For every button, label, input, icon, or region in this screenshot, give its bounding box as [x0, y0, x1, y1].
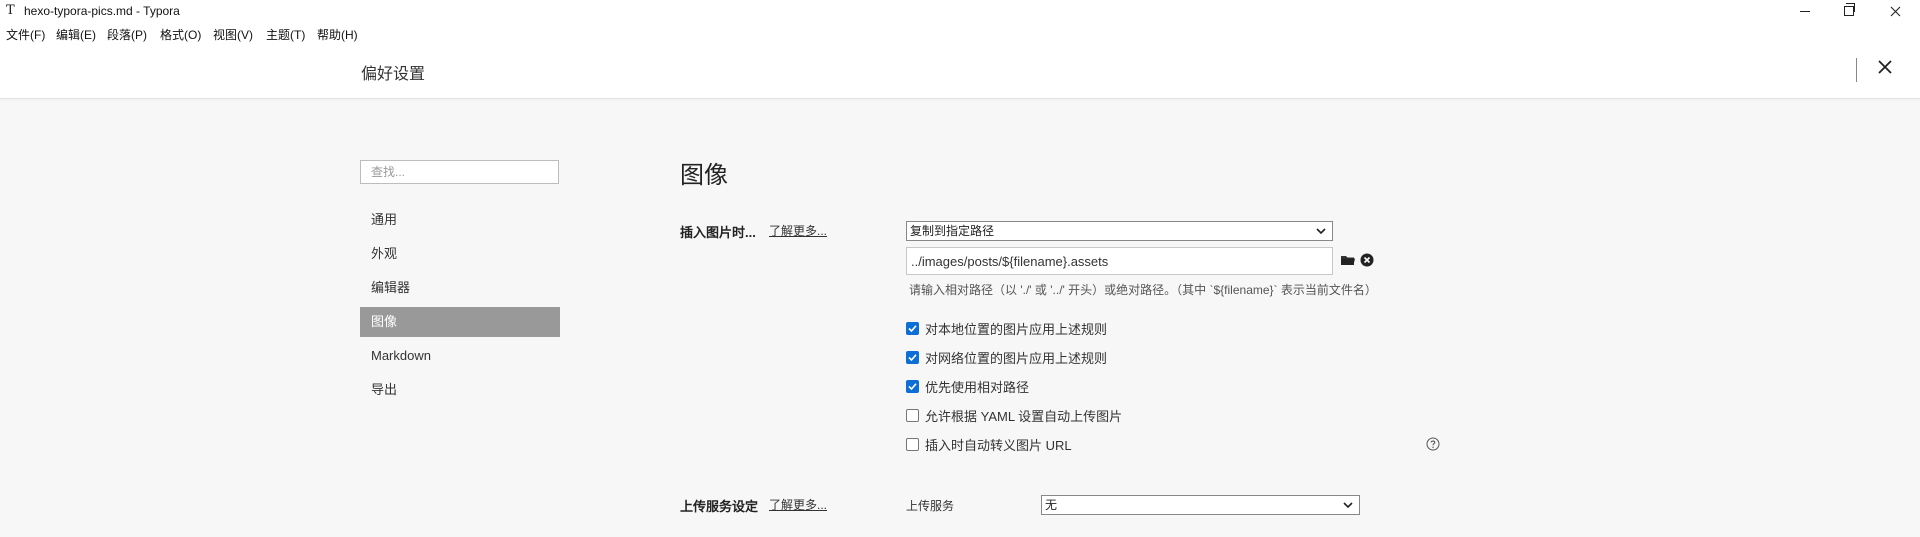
menu-help[interactable]: 帮助(H) [317, 26, 358, 43]
maximize-button[interactable] [1826, 0, 1872, 22]
help-icon[interactable] [1426, 437, 1440, 451]
menu-view[interactable]: 视图(V) [213, 26, 253, 43]
checkbox[interactable] [906, 408, 919, 422]
checkbox-apply-local[interactable]: 对本地位置的图片应用上述规则 [906, 319, 1107, 337]
path-hint-text: 请输入相对路径（以 './' 或 '../' 开头）或绝对路径。（其中 `${f… [909, 283, 1377, 297]
checkbox-yaml-upload[interactable]: 允许根据 YAML 设置自动上传图片 [906, 406, 1122, 424]
menu-paragraph[interactable]: 段落(P) [107, 26, 147, 43]
checkbox-label: 允许根据 YAML 设置自动上传图片 [925, 408, 1123, 424]
window-title: hexo-typora-pics.md - Typora [24, 4, 180, 18]
typora-app-icon: T [6, 3, 15, 18]
menu-theme[interactable]: 主题(T) [266, 26, 305, 43]
folder-icon[interactable] [1340, 252, 1356, 268]
checkbox[interactable] [906, 437, 919, 451]
upload-learn-more-link[interactable]: 了解更多... [769, 496, 827, 513]
header-divider [1856, 58, 1857, 82]
insert-learn-more-link[interactable]: 了解更多... [769, 222, 827, 239]
checkbox-apply-network[interactable]: 对网络位置的图片应用上述规则 [906, 348, 1107, 366]
chevron-down-icon [1316, 228, 1326, 235]
title-bar: T hexo-typora-pics.md - Typora [0, 0, 1920, 22]
upload-service-settings-label: 上传服务设定 [680, 499, 759, 514]
checkbox[interactable] [906, 350, 919, 364]
checkbox-label: 对网络位置的图片应用上述规则 [925, 350, 1108, 366]
preferences-search-input[interactable] [360, 160, 559, 184]
menu-edit[interactable]: 编辑(E) [56, 26, 96, 43]
sidebar-item-general[interactable]: 通用 [360, 205, 560, 235]
upload-service-select[interactable]: 无 [1041, 495, 1360, 515]
clear-icon[interactable] [1359, 252, 1375, 268]
sidebar-item-appearance[interactable]: 外观 [360, 239, 560, 269]
close-preferences-button[interactable] [1873, 55, 1897, 79]
insert-action-value: 复制到指定路径 [910, 224, 995, 238]
sidebar-item-export[interactable]: 导出 [360, 375, 560, 405]
menu-file[interactable]: 文件(F) [6, 26, 45, 43]
page-title: 偏好设置 [361, 66, 426, 83]
insert-image-label: 插入图片时... [680, 225, 756, 240]
minimize-icon [1800, 10, 1810, 12]
upload-service-label: 上传服务 [906, 499, 955, 513]
checkmark-icon [908, 353, 917, 361]
sidebar-item-editor[interactable]: 编辑器 [360, 273, 560, 303]
sidebar-item-markdown[interactable]: Markdown [360, 341, 560, 371]
checkbox-label: 优先使用相对路径 [925, 379, 1030, 395]
preferences-header: 偏好设置 [0, 44, 1920, 99]
window-close-button[interactable] [1872, 0, 1918, 22]
section-title: 图像 [680, 162, 728, 189]
menu-format[interactable]: 格式(O) [160, 26, 201, 43]
checkmark-icon [908, 324, 917, 332]
insert-action-select[interactable]: 复制到指定路径 [906, 221, 1333, 241]
image-path-input[interactable] [906, 247, 1333, 275]
checkbox-label: 插入时自动转义图片 URL [925, 437, 1072, 453]
checkmark-icon [908, 382, 917, 390]
checkbox[interactable] [906, 379, 919, 393]
checkbox-escape-url[interactable]: 插入时自动转义图片 URL [906, 435, 1072, 453]
menu-bar: 文件(F) 编辑(E) 段落(P) 格式(O) 视图(V) 主题(T) 帮助(H… [0, 22, 1920, 44]
close-icon [1878, 60, 1892, 74]
upload-service-value: 无 [1045, 498, 1058, 512]
checkbox-label: 对本地位置的图片应用上述规则 [925, 321, 1108, 337]
checkbox[interactable] [906, 321, 919, 335]
sidebar-item-image[interactable]: 图像 [360, 307, 560, 337]
close-icon [1890, 6, 1900, 16]
checkbox-prefer-relative[interactable]: 优先使用相对路径 [906, 377, 1029, 395]
restore-icon [1844, 3, 1855, 16]
minimize-button[interactable] [1782, 0, 1828, 22]
chevron-down-icon [1343, 502, 1353, 509]
